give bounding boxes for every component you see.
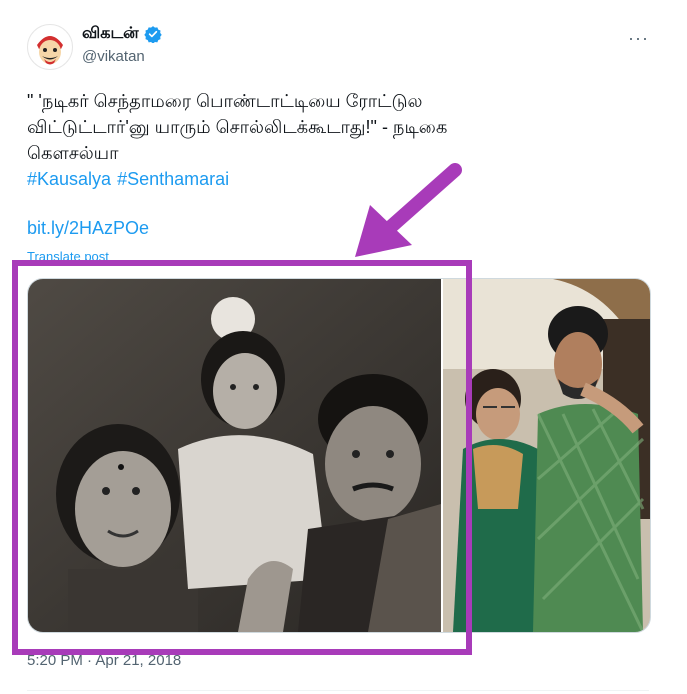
mother-and-son-photo[interactable] bbox=[443, 279, 650, 632]
tweet-text-line: விட்டுட்டார்'னு யாரும் சொல்லிடக்கூடாது!"… bbox=[27, 117, 448, 137]
more-options-icon[interactable]: ··· bbox=[628, 28, 649, 49]
author-name[interactable]: விகடன் bbox=[82, 24, 139, 44]
tweet-text: " 'நடிகர் செந்தாமரை பொண்டாட்டியை ரோட்டுல… bbox=[27, 88, 627, 192]
divider bbox=[27, 690, 649, 691]
author-block[interactable]: விகடன் @vikatan bbox=[82, 24, 162, 65]
tweet-text-line: " 'நடிகர் செந்தாமரை பொண்டாட்டியை ரோட்டுல bbox=[27, 91, 423, 111]
author-handle[interactable]: @vikatan bbox=[82, 48, 162, 65]
tweet-link[interactable]: bit.ly/2HAzPOe bbox=[27, 218, 149, 239]
hashtag-link[interactable]: #Kausalya bbox=[27, 169, 111, 189]
vikatan-logo-icon[interactable] bbox=[27, 24, 73, 70]
hashtag-link[interactable]: #Senthamarai bbox=[117, 169, 229, 189]
tweet-text-line: கௌசல்யா bbox=[27, 143, 119, 163]
arrow-annotation-icon bbox=[355, 163, 462, 257]
verified-badge-icon bbox=[143, 26, 162, 43]
highlight-box-annotation bbox=[12, 260, 472, 655]
